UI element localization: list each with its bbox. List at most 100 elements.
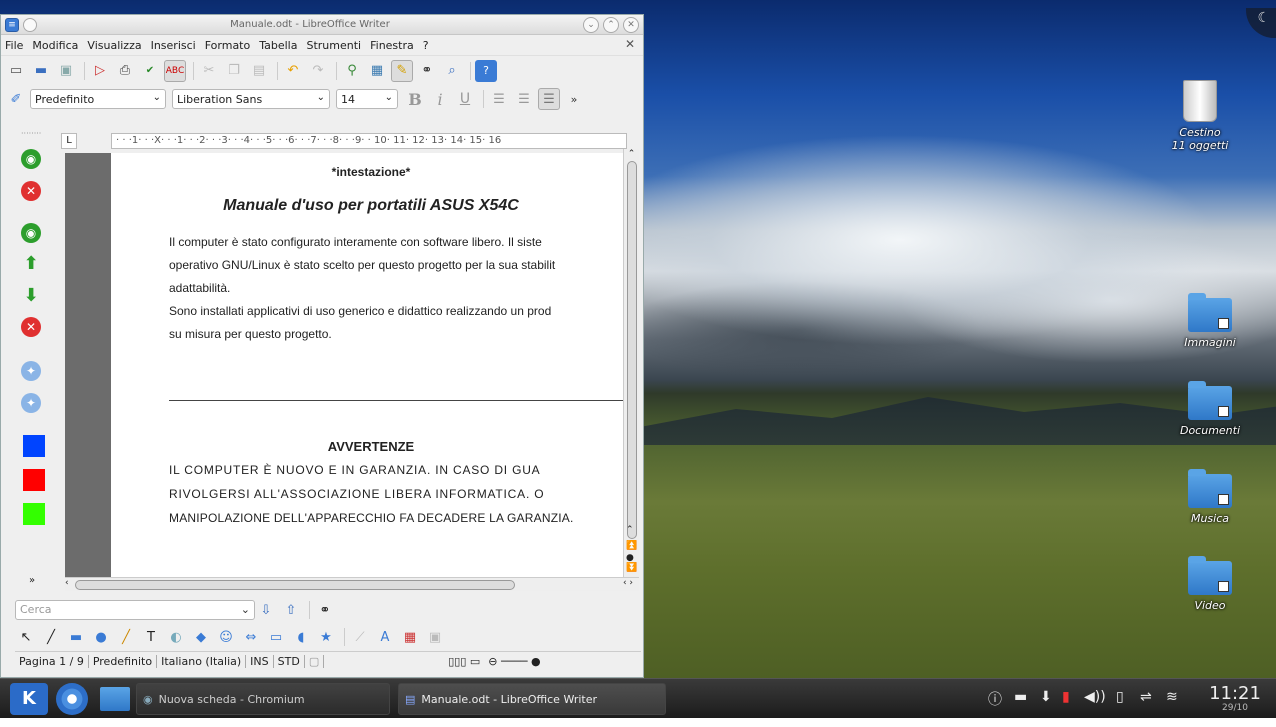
record-icon[interactable]: ◉ [21, 223, 41, 243]
arrow-up-icon[interactable]: ⬆ [21, 253, 41, 274]
rectangle-icon[interactable]: ▬ [65, 626, 87, 648]
arrow-down-icon[interactable]: ⬇ [21, 285, 41, 306]
more-toolbar-icon[interactable]: » [563, 88, 585, 110]
maximize-button[interactable]: ⌃ [603, 16, 619, 33]
cut-icon[interactable]: ✂ [198, 60, 220, 82]
styles-icon[interactable]: ✐ [5, 88, 27, 110]
save-icon[interactable]: ▣ [55, 60, 77, 82]
redo-icon[interactable]: ↷ [307, 60, 329, 82]
next-page-icon[interactable]: ⏬ [626, 563, 637, 573]
more-icon[interactable]: » [29, 575, 35, 586]
callout-icon[interactable]: ◐ [165, 626, 187, 648]
horizontal-scrollbar[interactable]: ‹ ‹ › [65, 577, 639, 591]
desktop-icon-video[interactable]: Video [1170, 556, 1250, 612]
horizontal-ruler[interactable]: · · ·1· · ·X· · ·1· · ·2· · ·3· · ·4· · … [111, 133, 627, 149]
chevron-down-icon[interactable]: ⌄ [241, 601, 250, 619]
desktop-icon-documenti[interactable]: Documenti [1170, 381, 1250, 437]
symbol-shapes-icon[interactable]: ☺ [215, 626, 237, 648]
green-color-swatch[interactable] [23, 503, 45, 525]
hyperlink-icon[interactable]: ⚲ [341, 60, 363, 82]
usb-icon[interactable]: ⇌ [1140, 689, 1152, 705]
print-icon[interactable]: ⎙ [114, 60, 136, 82]
copy-icon[interactable]: ❐ [223, 60, 245, 82]
find-previous-icon[interactable]: ⇧ [280, 599, 302, 621]
keyboard-layout-icon[interactable]: ▮ [1062, 689, 1070, 705]
font-size-select[interactable]: 14 ⌄ [336, 89, 398, 109]
vertical-scrollbar[interactable]: ⌃ ⌃ ⏫ ● ⏬ [623, 149, 639, 577]
line-icon[interactable]: ╱ [40, 626, 62, 648]
basic-shapes-icon[interactable]: ◆ [190, 626, 212, 648]
italic-icon[interactable]: i [429, 88, 451, 110]
menu-finestra[interactable]: Finestra [370, 39, 414, 52]
task-chromium[interactable]: ◉ Nuova scheda - Chromium [136, 683, 390, 715]
red-color-swatch[interactable] [23, 469, 45, 491]
task-writer[interactable]: ▤ Manuale.odt - LibreOffice Writer [398, 683, 666, 715]
open-icon[interactable]: ▬ [30, 60, 52, 82]
underline-icon[interactable]: U [454, 88, 476, 110]
scrollbar-thumb[interactable] [75, 580, 515, 590]
file-manager-launcher-icon[interactable] [100, 687, 130, 711]
scroll-right-icon[interactable]: ‹ › [623, 578, 633, 588]
view-layout-icons[interactable]: ▯▯▯ ▭ [444, 655, 484, 668]
spellcheck-icon[interactable]: ✔ [139, 60, 161, 82]
close-window-button[interactable]: ✕ [623, 16, 639, 33]
align-center-icon[interactable]: ☰ [513, 88, 535, 110]
fontwork-icon[interactable]: A [374, 626, 396, 648]
chromium-launcher-icon[interactable] [56, 683, 88, 715]
find-next-icon[interactable]: ⇩ [255, 599, 277, 621]
page-count[interactable]: Pagina 1 / 9 [15, 655, 89, 668]
menu-visualizza[interactable]: Visualizza [87, 39, 141, 52]
pin-icon[interactable] [23, 17, 37, 32]
navigator-icon[interactable]: ● [626, 553, 634, 563]
stop-icon[interactable]: ✕ [21, 181, 41, 201]
tab-stop-selector[interactable]: L [61, 133, 77, 149]
find-replace-icon[interactable]: ⚭ [314, 599, 336, 621]
volume-icon[interactable]: ◀)) [1084, 689, 1106, 705]
find-replace-icon[interactable]: ⚭ [416, 60, 438, 82]
wifi-icon[interactable]: ≋ [1166, 689, 1178, 705]
menu-modifica[interactable]: Modifica [32, 39, 78, 52]
macro-icon[interactable]: ✦ [21, 361, 41, 381]
menu-inserisci[interactable]: Inserisci [151, 39, 196, 52]
page-style[interactable]: Predefinito [89, 655, 158, 668]
ellipse-icon[interactable]: ● [90, 626, 112, 648]
display-icon[interactable]: ▬ [1014, 689, 1027, 705]
desktop-icon-trash[interactable]: Cestino 11 oggetti [1160, 80, 1240, 152]
help-icon[interactable]: ? [475, 59, 497, 82]
stop-icon[interactable]: ✕ [21, 317, 41, 337]
from-file-icon[interactable]: ▦ [399, 626, 421, 648]
document-page[interactable]: *intestazione* Manuale d'uso per portati… [111, 153, 623, 577]
select-pointer-icon[interactable]: ↖ [15, 626, 37, 648]
zoom-slider[interactable]: ⊖ ──── ● [484, 655, 544, 668]
flowchart-icon[interactable]: ▭ [265, 626, 287, 648]
close-document-icon[interactable]: ✕ [625, 37, 635, 51]
scroll-up-icon[interactable]: ⌃ [626, 525, 634, 535]
points-icon[interactable]: ⟋ [349, 626, 371, 648]
freeform-line-icon[interactable]: ╱ [115, 626, 137, 648]
font-name-select[interactable]: Liberation Sans ⌄ [172, 89, 330, 109]
blue-color-swatch[interactable] [23, 435, 45, 457]
undo-icon[interactable]: ↶ [282, 60, 304, 82]
menu-file[interactable]: File [5, 39, 23, 52]
text-box-icon[interactable]: T [140, 626, 162, 648]
title-bar[interactable]: ≡ Manuale.odt - LibreOffice Writer ⌄ ⌃ ✕ [1, 15, 643, 35]
language[interactable]: Italiano (Italia) [157, 655, 247, 668]
macro-icon[interactable]: ✦ [21, 393, 41, 413]
menu-formato[interactable]: Formato [205, 39, 251, 52]
battery-icon[interactable]: ▯ [1116, 689, 1124, 705]
selection-mode[interactable]: STD [274, 655, 305, 668]
export-pdf-icon[interactable]: ▷ [89, 60, 111, 82]
clock-time[interactable]: 11:21 [1200, 683, 1270, 704]
desktop-icon-immagini[interactable]: Immagini [1170, 293, 1250, 349]
kde-launcher-icon[interactable]: K [10, 683, 48, 715]
callouts-icon[interactable]: ◖ [290, 626, 312, 648]
paragraph-style-select[interactable]: Predefinito ⌄ [30, 89, 166, 109]
desktop-icon-musica[interactable]: Musica [1170, 469, 1250, 525]
menu-strumenti[interactable]: Strumenti [306, 39, 361, 52]
previous-page-icon[interactable]: ⏫ [626, 541, 637, 551]
scroll-up-icon[interactable]: ⌃ [624, 149, 639, 159]
writer-app-icon[interactable]: ≡ [5, 17, 19, 32]
menu-tabella[interactable]: Tabella [259, 39, 297, 52]
search-input[interactable]: Cerca ⌄ [15, 600, 255, 620]
scrollbar-thumb[interactable] [627, 161, 637, 539]
